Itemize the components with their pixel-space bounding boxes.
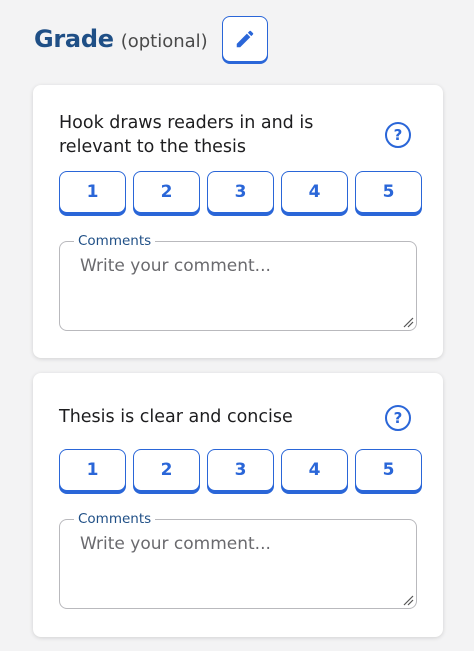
rating-button-4[interactable]: 4 [281,449,348,491]
optional-label: (optional) [120,30,208,52]
rating-button-1[interactable]: 1 [59,449,126,491]
pencil-icon [236,30,253,48]
criterion-text: Thesis is clear and concise [59,407,293,427]
question-mark-icon[interactable]: ? [385,122,411,148]
rating-button-2[interactable]: 2 [133,171,200,213]
grade-header: Grade (optional) [34,16,268,62]
comment-input[interactable] [61,528,415,606]
comments-label: Comments [74,232,156,250]
criterion-text: Hook draws readers in and is relevant to… [59,113,314,157]
grade-title: Grade [34,25,114,53]
grade-panel: Grade (optional) Hook draws readers in a… [0,0,474,651]
rating-buttons: 1 2 3 4 5 [59,171,422,213]
resize-handle-icon[interactable] [402,594,414,606]
rating-button-3[interactable]: 3 [207,449,274,491]
criterion-card: Hook draws readers in and is relevant to… [33,85,443,358]
rating-button-5[interactable]: 5 [355,171,422,213]
comments-label: Comments [74,510,156,528]
comments-field: Comments [59,510,417,609]
rating-button-1[interactable]: 1 [59,171,126,213]
rating-button-5[interactable]: 5 [355,449,422,491]
edit-grade-button[interactable] [221,16,268,62]
comments-field: Comments [59,232,417,331]
resize-handle-icon[interactable] [402,316,414,328]
criterion-card: Thesis is clear and concise ? 1 2 3 4 5 … [33,373,443,637]
question-mark-icon[interactable]: ? [385,405,411,431]
rating-button-2[interactable]: 2 [133,449,200,491]
comment-input[interactable] [61,250,415,328]
rating-buttons: 1 2 3 4 5 [59,449,422,491]
rating-button-3[interactable]: 3 [207,171,274,213]
rating-button-4[interactable]: 4 [281,171,348,213]
